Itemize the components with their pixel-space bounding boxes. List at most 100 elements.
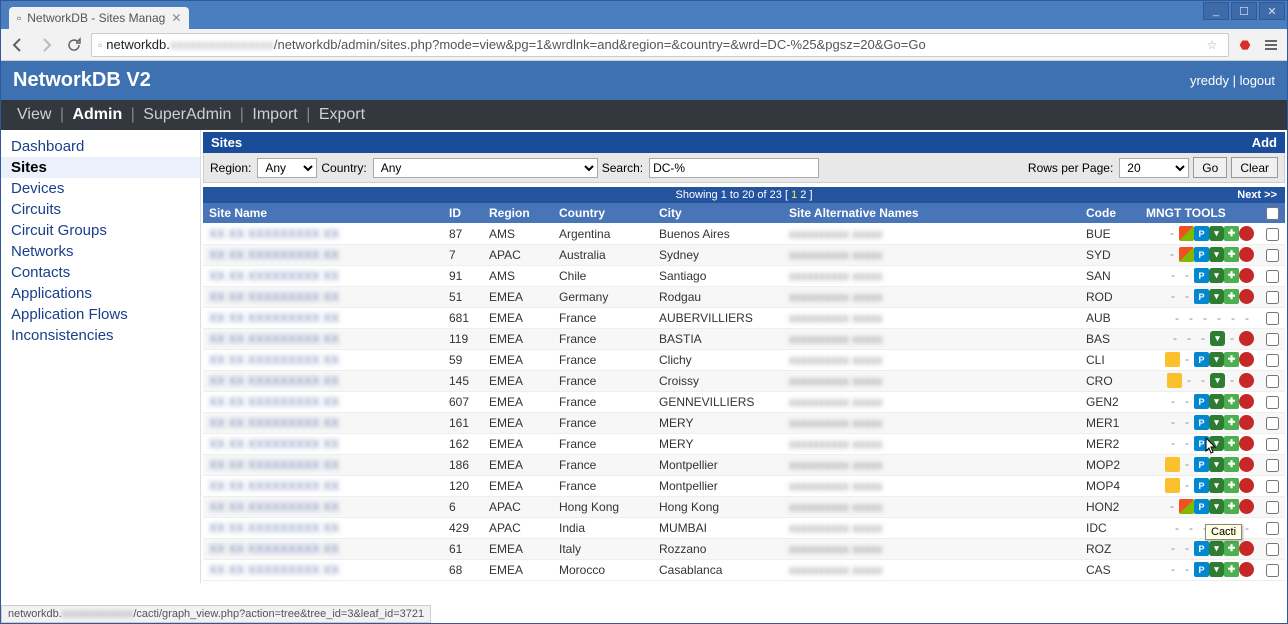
menu-superadmin[interactable]: SuperAdmin [143, 106, 231, 123]
site-name-link[interactable]: XX XX XXXXXXXXX XX [209, 542, 339, 556]
sidebar-item-sites[interactable]: Sites [1, 157, 200, 178]
site-name-link[interactable]: XX XX XXXXXXXXX XX [209, 521, 339, 535]
cacti-icon[interactable]: ✚ [1224, 394, 1239, 409]
red-ball-icon[interactable] [1239, 373, 1254, 388]
red-ball-icon[interactable] [1239, 499, 1254, 514]
forward-button[interactable] [35, 34, 57, 56]
site-name-link[interactable]: XX XX XXXXXXXXX XX [209, 248, 339, 262]
site-name-link[interactable]: XX XX XXXXXXXXX XX [209, 458, 339, 472]
col-city[interactable]: City [653, 203, 783, 223]
box-icon[interactable]: ▾ [1209, 268, 1224, 283]
cacti-icon[interactable]: ✚ [1224, 436, 1239, 451]
site-name-link[interactable]: XX XX XXXXXXXXX XX [209, 353, 339, 367]
site-name-link[interactable]: XX XX XXXXXXXXX XX [209, 374, 339, 388]
user-link[interactable]: yreddy [1190, 73, 1229, 88]
box-icon[interactable]: ▾ [1209, 562, 1224, 577]
parking-icon[interactable]: P [1194, 289, 1209, 304]
cacti-icon[interactable]: ✚ [1224, 415, 1239, 430]
red-ball-icon[interactable] [1239, 394, 1254, 409]
site-name-link[interactable]: XX XX XXXXXXXXX XX [209, 500, 339, 514]
maximize-window-button[interactable]: ☐ [1231, 2, 1257, 20]
folder-icon[interactable] [1165, 457, 1180, 472]
sidebar-item-circuits[interactable]: Circuits [1, 199, 200, 220]
minimize-window-button[interactable]: _ [1203, 2, 1229, 20]
region-select[interactable]: Any [257, 158, 317, 178]
close-window-button[interactable]: ✕ [1259, 2, 1285, 20]
folder-icon[interactable] [1167, 373, 1182, 388]
box-icon[interactable]: ▾ [1209, 226, 1224, 241]
sidebar-item-circuit-groups[interactable]: Circuit Groups [1, 220, 200, 241]
row-checkbox[interactable] [1266, 417, 1279, 430]
menu-view[interactable]: View [17, 106, 51, 123]
row-checkbox[interactable] [1266, 480, 1279, 493]
box-icon[interactable]: ▾ [1209, 289, 1224, 304]
row-checkbox[interactable] [1266, 459, 1279, 472]
site-name-link[interactable]: XX XX XXXXXXXXX XX [209, 227, 339, 241]
add-link[interactable]: Add [1252, 135, 1277, 150]
row-checkbox[interactable] [1266, 543, 1279, 556]
parking-icon[interactable]: P [1194, 394, 1209, 409]
select-all-checkbox[interactable] [1266, 207, 1279, 220]
cacti-icon[interactable]: ✚ [1224, 247, 1239, 262]
row-checkbox[interactable] [1266, 249, 1279, 262]
windows-icon[interactable] [1179, 226, 1194, 241]
site-name-link[interactable]: XX XX XXXXXXXXX XX [209, 416, 339, 430]
next-page-link[interactable]: Next >> [1237, 189, 1277, 201]
browser-tab[interactable]: ▫ NetworkDB - Sites Manag ✕ [9, 7, 189, 29]
cacti-icon[interactable]: ✚ [1224, 457, 1239, 472]
parking-icon[interactable]: P [1194, 247, 1209, 262]
menu-admin[interactable]: Admin [72, 106, 122, 123]
row-checkbox[interactable] [1266, 228, 1279, 241]
parking-icon[interactable]: P [1194, 436, 1209, 451]
red-ball-icon[interactable] [1239, 436, 1254, 451]
row-checkbox[interactable] [1266, 564, 1279, 577]
box-icon[interactable]: ▾ [1209, 436, 1224, 451]
red-ball-icon[interactable] [1239, 541, 1254, 556]
box-icon[interactable]: ▾ [1209, 499, 1224, 514]
sidebar-item-application-flows[interactable]: Application Flows [1, 304, 200, 325]
red-ball-icon[interactable] [1239, 331, 1254, 346]
col-region[interactable]: Region [483, 203, 553, 223]
cacti-icon[interactable]: ✚ [1224, 541, 1239, 556]
extension-icon[interactable]: ⬣ [1235, 35, 1255, 55]
sidebar-item-contacts[interactable]: Contacts [1, 262, 200, 283]
parking-icon[interactable]: P [1194, 457, 1209, 472]
parking-icon[interactable]: P [1194, 562, 1209, 577]
menu-export[interactable]: Export [319, 106, 365, 123]
bookmark-star-icon[interactable]: ☆ [1202, 35, 1222, 55]
menu-import[interactable]: Import [252, 106, 297, 123]
red-ball-icon[interactable] [1239, 268, 1254, 283]
site-name-link[interactable]: XX XX XXXXXXXXX XX [209, 269, 339, 283]
row-checkbox[interactable] [1266, 291, 1279, 304]
box-icon[interactable]: ▾ [1209, 457, 1224, 472]
red-ball-icon[interactable] [1239, 289, 1254, 304]
cacti-icon[interactable]: ✚ [1224, 226, 1239, 241]
parking-icon[interactable]: P [1194, 478, 1209, 493]
box-icon[interactable]: ▾ [1210, 373, 1225, 388]
parking-icon[interactable]: P [1194, 541, 1209, 556]
red-ball-icon[interactable] [1239, 226, 1254, 241]
parking-icon[interactable]: P [1194, 415, 1209, 430]
red-ball-icon[interactable] [1239, 457, 1254, 472]
cacti-icon[interactable]: ✚ [1224, 352, 1239, 367]
red-ball-icon[interactable] [1239, 247, 1254, 262]
cacti-icon[interactable]: ✚ [1224, 268, 1239, 283]
reload-button[interactable] [63, 34, 85, 56]
box-icon[interactable]: ▾ [1209, 394, 1224, 409]
folder-icon[interactable] [1165, 352, 1180, 367]
site-name-link[interactable]: XX XX XXXXXXXXX XX [209, 479, 339, 493]
box-icon[interactable]: ▾ [1210, 331, 1225, 346]
chrome-menu-icon[interactable] [1261, 35, 1281, 55]
row-checkbox[interactable] [1266, 354, 1279, 367]
col-site-name[interactable]: Site Name [203, 203, 443, 223]
cacti-icon[interactable]: ✚ [1224, 499, 1239, 514]
red-ball-icon[interactable] [1239, 415, 1254, 430]
col-alt-names[interactable]: Site Alternative Names [783, 203, 1080, 223]
site-name-link[interactable]: XX XX XXXXXXXXX XX [209, 332, 339, 346]
parking-icon[interactable]: P [1194, 352, 1209, 367]
cacti-icon[interactable]: ✚ [1224, 562, 1239, 577]
row-checkbox[interactable] [1266, 501, 1279, 514]
back-button[interactable] [7, 34, 29, 56]
site-name-link[interactable]: XX XX XXXXXXXXX XX [209, 290, 339, 304]
search-input[interactable] [649, 158, 819, 178]
